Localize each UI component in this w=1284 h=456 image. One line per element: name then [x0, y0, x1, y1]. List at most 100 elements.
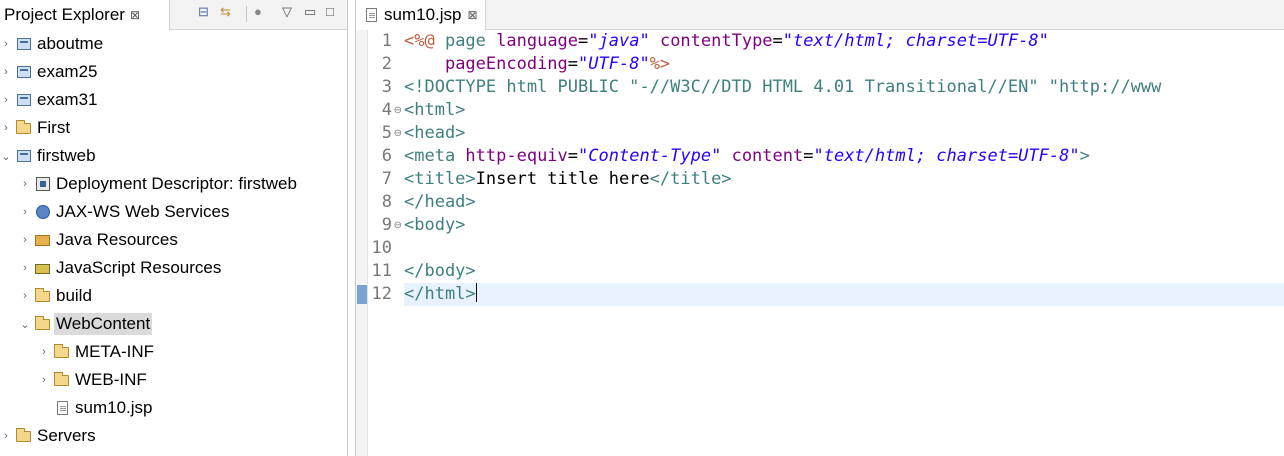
fold-toggle-icon[interactable]: ⊖ — [394, 99, 402, 122]
line-number: 12 — [371, 284, 392, 304]
project-icon — [15, 148, 33, 164]
chevron-right-icon[interactable]: › — [37, 346, 51, 358]
code-line[interactable]: </body> — [404, 260, 1284, 283]
fold-toggle-icon[interactable]: ⊖ — [394, 122, 402, 145]
code-token: </html> — [404, 284, 476, 304]
line-number: 6 — [381, 146, 392, 166]
code-line[interactable]: <!DOCTYPE html PUBLIC "-//W3C//DTD HTML … — [404, 76, 1284, 99]
tree-item[interactable]: › First — [0, 115, 72, 141]
code-line[interactable]: <body> — [404, 214, 1284, 237]
line-number: 2 — [381, 54, 392, 74]
project-icon — [15, 64, 33, 80]
tree-item[interactable]: ⌄ firstweb — [0, 143, 98, 169]
tree-item[interactable]: sum10.jsp — [37, 395, 154, 421]
code-token: = — [567, 54, 579, 74]
code-token: contentType — [659, 31, 773, 51]
project-icon — [15, 36, 33, 52]
view-menu-icon[interactable]: ▽ — [282, 4, 292, 20]
folder-icon — [53, 372, 71, 388]
link-with-editor-icon[interactable]: ⇆ — [220, 4, 231, 20]
code-token: Insert title here — [475, 169, 650, 189]
chevron-right-icon[interactable]: › — [0, 94, 13, 106]
code-line[interactable]: </html> — [404, 283, 1284, 306]
code-token: content — [731, 146, 804, 166]
chevron-right-icon[interactable]: › — [18, 234, 32, 246]
code-area[interactable]: <%@ page language="java" contentType="te… — [404, 30, 1284, 456]
chevron-right-icon[interactable]: › — [37, 374, 51, 386]
jsp-file-icon — [362, 7, 380, 23]
close-icon[interactable]: ⊠ — [467, 8, 477, 22]
fold-toggle-icon[interactable]: ⊖ — [394, 214, 402, 237]
code-line[interactable]: <title>Insert title here</title> — [404, 168, 1284, 191]
tree-item-label: JavaScript Resources — [56, 258, 222, 277]
tree-item[interactable]: › JAX-WS Web Services — [18, 199, 232, 225]
editor-header: sum10.jsp ⊠ — [356, 0, 1284, 30]
tree-item-label: JAX-WS Web Services — [56, 202, 230, 221]
minimize-icon[interactable]: ▭ — [304, 4, 316, 20]
code-line[interactable]: <%@ page language="java" contentType="te… — [404, 30, 1284, 53]
line-number: 7 — [381, 169, 392, 189]
descriptor-icon — [34, 176, 52, 192]
web-services-icon — [34, 204, 52, 220]
tab-project-explorer[interactable]: Project Explorer ⊠ — [0, 0, 170, 30]
tree-item[interactable]: › build — [18, 283, 94, 309]
code-line[interactable]: </head> — [404, 191, 1284, 214]
tree-item[interactable]: › exam25 — [0, 59, 99, 85]
chevron-right-icon[interactable]: › — [0, 430, 13, 442]
code-token: "UTF-8" — [578, 54, 650, 74]
tree-item[interactable]: › exam31 — [0, 87, 99, 113]
code-token: <!DOCTYPE html PUBLIC — [404, 77, 630, 97]
code-token: </title> — [649, 169, 732, 189]
code-token: "-//W3C//DTD HTML 4.01 Transitional//EN"… — [629, 77, 1162, 97]
code-line[interactable] — [404, 237, 1284, 260]
chevron-right-icon[interactable]: › — [18, 206, 32, 218]
tree-item[interactable]: › META-INF — [37, 339, 156, 365]
chevron-right-icon[interactable]: › — [0, 38, 13, 50]
tree-item[interactable]: › aboutme — [0, 31, 105, 57]
filters-icon[interactable]: ● — [254, 4, 262, 20]
tree-item[interactable]: › Java Resources — [18, 227, 180, 253]
chevron-right-icon[interactable]: › — [18, 262, 32, 274]
close-icon[interactable]: ⊠ — [130, 8, 140, 22]
line-number: 9 — [381, 215, 392, 235]
chevron-down-icon[interactable]: ⌄ — [18, 318, 32, 331]
code-token: <title> — [404, 169, 476, 189]
chevron-down-icon[interactable]: ⌄ — [0, 150, 13, 163]
line-number: 1 — [381, 31, 392, 51]
collapse-all-icon[interactable]: ⊟ — [198, 4, 209, 20]
tree-item[interactable]: › WEB-INF — [37, 367, 149, 393]
folder-icon — [34, 316, 52, 332]
code-token: language — [496, 31, 579, 51]
code-token: pageEncoding — [444, 54, 568, 74]
tree-item[interactable]: › JavaScript Resources — [18, 255, 223, 281]
tree-item-label: Deployment Descriptor: firstweb — [56, 174, 297, 193]
folder-icon — [53, 344, 71, 360]
overview-ruler[interactable] — [356, 30, 368, 456]
toolbar-separator — [246, 6, 247, 22]
code-token: = — [803, 146, 814, 166]
tree-item-label: build — [56, 286, 92, 305]
code-token: "text/html; charset=UTF-8" — [813, 146, 1080, 166]
tree-item[interactable]: › Servers — [0, 423, 98, 449]
code-token: <html> — [404, 100, 466, 120]
tab-sum10-jsp[interactable]: sum10.jsp ⊠ — [356, 0, 486, 30]
chevron-right-icon[interactable]: › — [0, 66, 13, 78]
line-number-gutter: 1 2 3 4 ⊖ 5 ⊖ 6 7 8 9 ⊖ 10 11 12 — [368, 30, 404, 456]
folder-icon — [15, 428, 33, 444]
code-line[interactable]: <meta http-equiv="Content-Type" content=… — [404, 145, 1284, 168]
maximize-icon[interactable]: □ — [326, 4, 334, 20]
chevron-right-icon[interactable]: › — [18, 290, 32, 302]
code-line[interactable]: <html> — [404, 99, 1284, 122]
code-line[interactable]: pageEncoding="UTF-8"%> — [404, 53, 1284, 76]
code-token: http-equiv — [465, 146, 568, 166]
tree-item[interactable]: ⌄ WebContent — [18, 311, 153, 337]
tree-item-label: sum10.jsp — [75, 398, 153, 417]
chevron-right-icon[interactable]: › — [0, 122, 13, 134]
tree-item[interactable]: › Deployment Descriptor: firstweb — [18, 171, 299, 197]
code-line[interactable]: <head> — [404, 122, 1284, 145]
chevron-right-icon[interactable]: › — [18, 178, 32, 190]
editor-tab-label: sum10.jsp — [384, 5, 462, 24]
explorer-tab-label: Project Explorer — [4, 5, 125, 24]
